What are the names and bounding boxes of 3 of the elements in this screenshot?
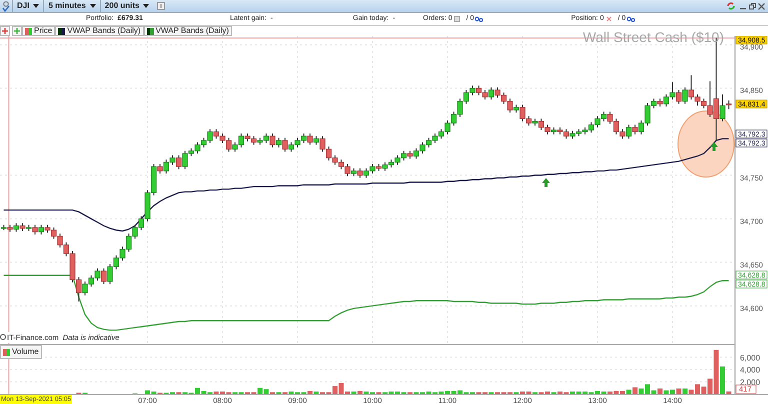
axis-label: 2,000	[740, 378, 760, 387]
axis-label: 4,000	[740, 366, 760, 374]
axis-label: 6,000	[740, 353, 760, 362]
